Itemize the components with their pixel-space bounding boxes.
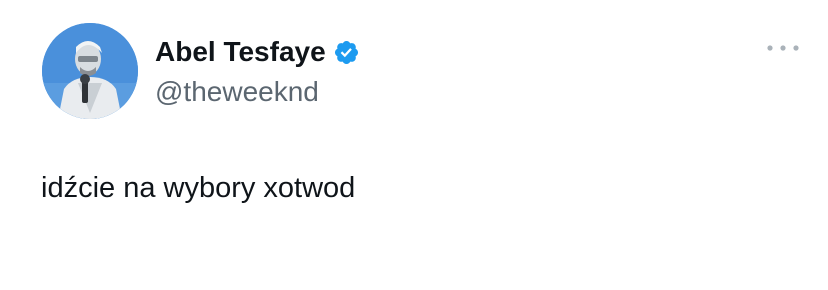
- profile-photo-icon: [42, 23, 138, 119]
- author-name-row[interactable]: Abel Tesfaye: [155, 34, 360, 70]
- display-name[interactable]: Abel Tesfaye: [155, 34, 326, 70]
- avatar[interactable]: [42, 23, 138, 119]
- tweet-text: idźcie na wybory xotwod: [41, 172, 356, 204]
- author-handle[interactable]: @theweeknd: [155, 74, 319, 110]
- more-horizontal-icon: [767, 45, 799, 51]
- more-options-button[interactable]: [764, 38, 802, 58]
- verified-badge-icon: [333, 39, 360, 66]
- tweet-card[interactable]: Abel Tesfaye @theweeknd idźcie na wybory…: [0, 0, 828, 290]
